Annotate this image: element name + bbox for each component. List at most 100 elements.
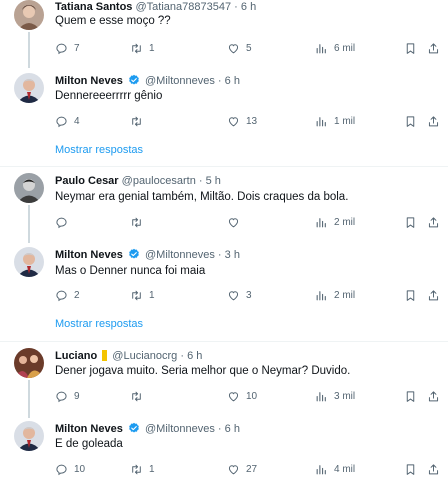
author-handle[interactable]: @Miltonneves <box>145 423 215 435</box>
heart-icon <box>228 290 239 300</box>
reply-button[interactable]: 9 <box>55 388 80 404</box>
reply-button[interactable] <box>55 214 74 230</box>
tweet-actions: 4 13 1 mil <box>55 113 440 129</box>
separator-dot: · <box>217 423 222 435</box>
reply-icon <box>56 290 67 301</box>
retweet-count: 1 <box>149 463 155 475</box>
author-handle[interactable]: @Miltonneves <box>145 249 215 261</box>
timestamp[interactable]: 3 h <box>225 249 240 261</box>
author-handle[interactable]: @Lucianocrg <box>112 350 177 362</box>
share-button[interactable] <box>427 287 440 303</box>
reply-count: 4 <box>74 115 80 127</box>
reply-button[interactable]: 7 <box>55 40 80 56</box>
author-name[interactable]: Milton Neves <box>55 423 123 435</box>
avatar[interactable] <box>14 348 44 378</box>
views-button[interactable]: 2 mil <box>315 214 355 230</box>
share-button[interactable] <box>427 113 440 129</box>
retweet-count: 1 <box>149 289 155 301</box>
reply-count: 7 <box>74 42 80 54</box>
view-count: 6 mil <box>334 42 356 54</box>
like-button[interactable]: 5 <box>227 40 252 56</box>
like-button[interactable]: 27 <box>227 461 257 477</box>
separator-dot: · <box>234 1 238 13</box>
avatar[interactable] <box>14 73 44 103</box>
retweet-button[interactable]: 1 <box>130 461 155 477</box>
show-replies-link[interactable]: Mostrar respostas <box>55 318 143 330</box>
bookmark-icon <box>406 216 415 228</box>
avatar[interactable] <box>14 421 44 451</box>
author-name[interactable]: Luciano <box>55 350 97 362</box>
retweet-icon <box>132 43 141 53</box>
retweet-button[interactable]: 1 <box>130 287 155 303</box>
bookmark-button[interactable] <box>404 214 417 230</box>
like-button[interactable]: 10 <box>227 388 257 404</box>
timestamp[interactable]: 6 h <box>187 350 202 362</box>
bookmark-icon <box>406 390 415 402</box>
share-button[interactable] <box>427 40 440 56</box>
bookmark-icon <box>406 42 415 54</box>
share-button[interactable] <box>427 388 440 404</box>
author-name[interactable]: Paulo Cesar <box>55 175 119 187</box>
separator-dot: · <box>217 75 222 87</box>
author-name[interactable]: Tatiana Santos <box>55 1 132 13</box>
views-button[interactable]: 6 mil <box>315 40 355 56</box>
view-count: 2 mil <box>334 216 356 228</box>
reply-count: 10 <box>74 463 86 475</box>
retweet-icon <box>132 217 141 227</box>
reply-button[interactable]: 10 <box>55 461 85 477</box>
show-replies-link[interactable]: Mostrar respostas <box>55 144 143 156</box>
tweet-actions: 10 1 27 4 mil <box>55 461 440 477</box>
verified-badge-icon <box>129 248 139 259</box>
author-name[interactable]: Milton Neves <box>55 75 123 87</box>
timestamp[interactable]: 6 h <box>225 75 240 87</box>
timestamp[interactable]: 6 h <box>241 1 256 13</box>
heart-icon <box>228 391 239 401</box>
tweet-actions: 7 1 5 6 mil <box>55 40 440 56</box>
tweet-actions: 2 1 3 2 mil <box>55 287 440 303</box>
bookmark-button[interactable] <box>404 287 417 303</box>
share-button[interactable] <box>427 461 440 477</box>
author-name[interactable]: Milton Neves <box>55 249 123 261</box>
avatar[interactable] <box>14 173 44 203</box>
author-handle[interactable]: @paulocesartn <box>122 175 196 187</box>
views-button[interactable]: 2 mil <box>315 287 355 303</box>
reply-button[interactable]: 2 <box>55 287 80 303</box>
like-count: 3 <box>246 289 252 301</box>
views-button[interactable]: 3 mil <box>315 388 355 404</box>
like-button[interactable]: 3 <box>227 287 252 303</box>
retweet-button[interactable]: 1 <box>130 40 155 56</box>
views-icon <box>316 391 326 401</box>
avatar[interactable] <box>14 247 44 277</box>
reply-icon <box>56 464 67 475</box>
avatar[interactable] <box>14 0 44 30</box>
author-handle[interactable]: @Tatiana78873547 <box>136 1 232 13</box>
bookmark-button[interactable] <box>404 388 417 404</box>
retweet-button[interactable] <box>130 388 149 404</box>
heart-icon <box>228 217 239 227</box>
views-button[interactable]: 4 mil <box>315 461 355 477</box>
views-icon <box>316 217 326 227</box>
timestamp[interactable]: 5 h <box>206 175 221 187</box>
reply-icon <box>56 391 67 402</box>
bookmark-button[interactable] <box>404 461 417 477</box>
reply-button[interactable]: 4 <box>55 113 80 129</box>
like-count: 10 <box>246 390 258 402</box>
reply-icon <box>56 116 67 127</box>
separator-dot: · <box>198 175 203 187</box>
bookmark-button[interactable] <box>404 40 417 56</box>
bookmark-button[interactable] <box>404 113 417 129</box>
thread-line <box>28 205 30 243</box>
like-button[interactable]: 13 <box>227 113 257 129</box>
retweet-button[interactable] <box>130 214 149 230</box>
share-button[interactable] <box>427 214 440 230</box>
flag-emoji-icon <box>102 350 108 361</box>
retweet-button[interactable] <box>130 113 149 129</box>
timestamp[interactable]: 6 h <box>225 423 240 435</box>
separator-dot: · <box>217 249 222 261</box>
like-button[interactable] <box>227 214 246 230</box>
views-button[interactable]: 1 mil <box>315 113 355 129</box>
views-icon <box>316 43 326 53</box>
author-handle[interactable]: @Miltonneves <box>145 75 215 87</box>
heart-icon <box>228 43 239 53</box>
views-icon <box>316 464 326 474</box>
